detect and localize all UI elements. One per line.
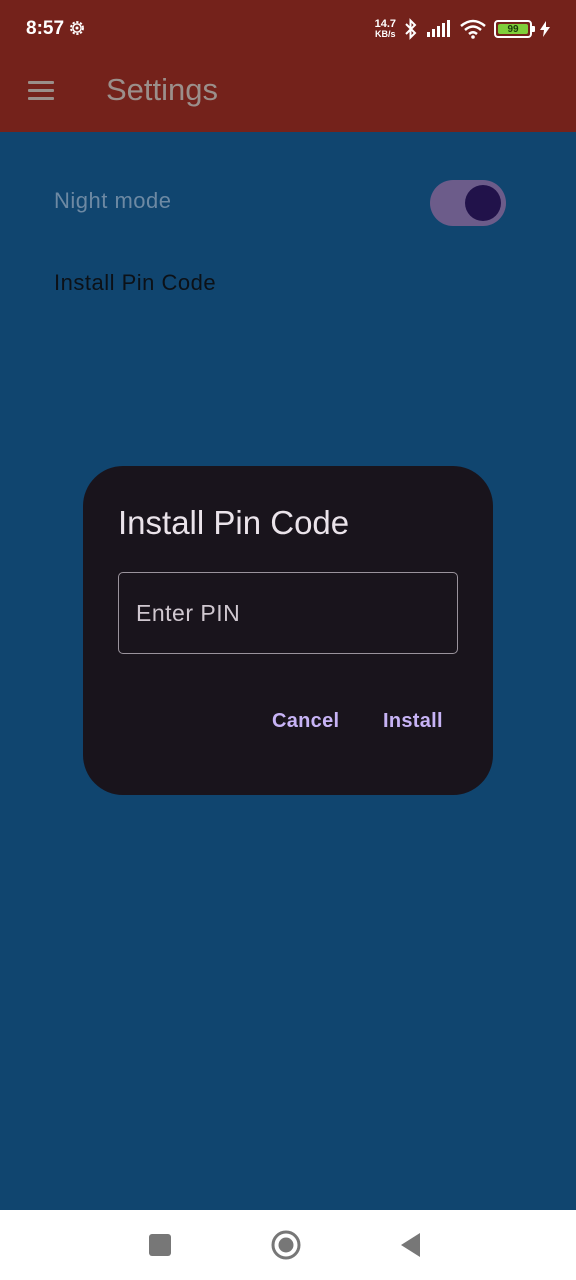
charging-icon [540,21,550,37]
status-indicators: 14.7 KB/s 99 [375,16,550,42]
signal-icon [427,20,450,37]
home-icon[interactable] [270,1230,302,1260]
install-pin-dialog: Install Pin Code Cancel Install [83,466,493,795]
pin-input[interactable] [118,572,458,654]
navigation-bar [0,1210,576,1280]
status-time: 8:57 [26,18,65,39]
wifi-icon [460,19,486,39]
bluetooth-icon [405,18,417,40]
install-button[interactable]: Install [383,710,443,733]
menu-icon[interactable] [26,78,56,104]
app-header: 8:57 14.7 KB/s 99 Settings [0,0,576,132]
cancel-button[interactable]: Cancel [272,710,339,733]
toggle-thumb [465,185,501,221]
night-mode-label: Night mode [54,188,172,213]
menu-icon-line [28,81,54,84]
battery-level: 99 [498,24,528,35]
settings-gear-icon [70,21,84,35]
night-mode-toggle[interactable] [430,180,506,226]
dialog-title: Install Pin Code [118,504,350,541]
battery-icon: 99 [494,20,535,38]
install-pin-code-item[interactable]: Install Pin Code [54,270,216,296]
menu-icon-line [28,89,54,92]
menu-icon-line [28,97,54,100]
back-icon[interactable] [398,1230,424,1260]
battery-cap [532,26,535,32]
recents-icon[interactable] [148,1230,172,1260]
network-speed: 14.7 KB/s [375,19,396,39]
network-speed-unit: KB/s [375,29,396,39]
page-title: Settings [106,72,219,107]
